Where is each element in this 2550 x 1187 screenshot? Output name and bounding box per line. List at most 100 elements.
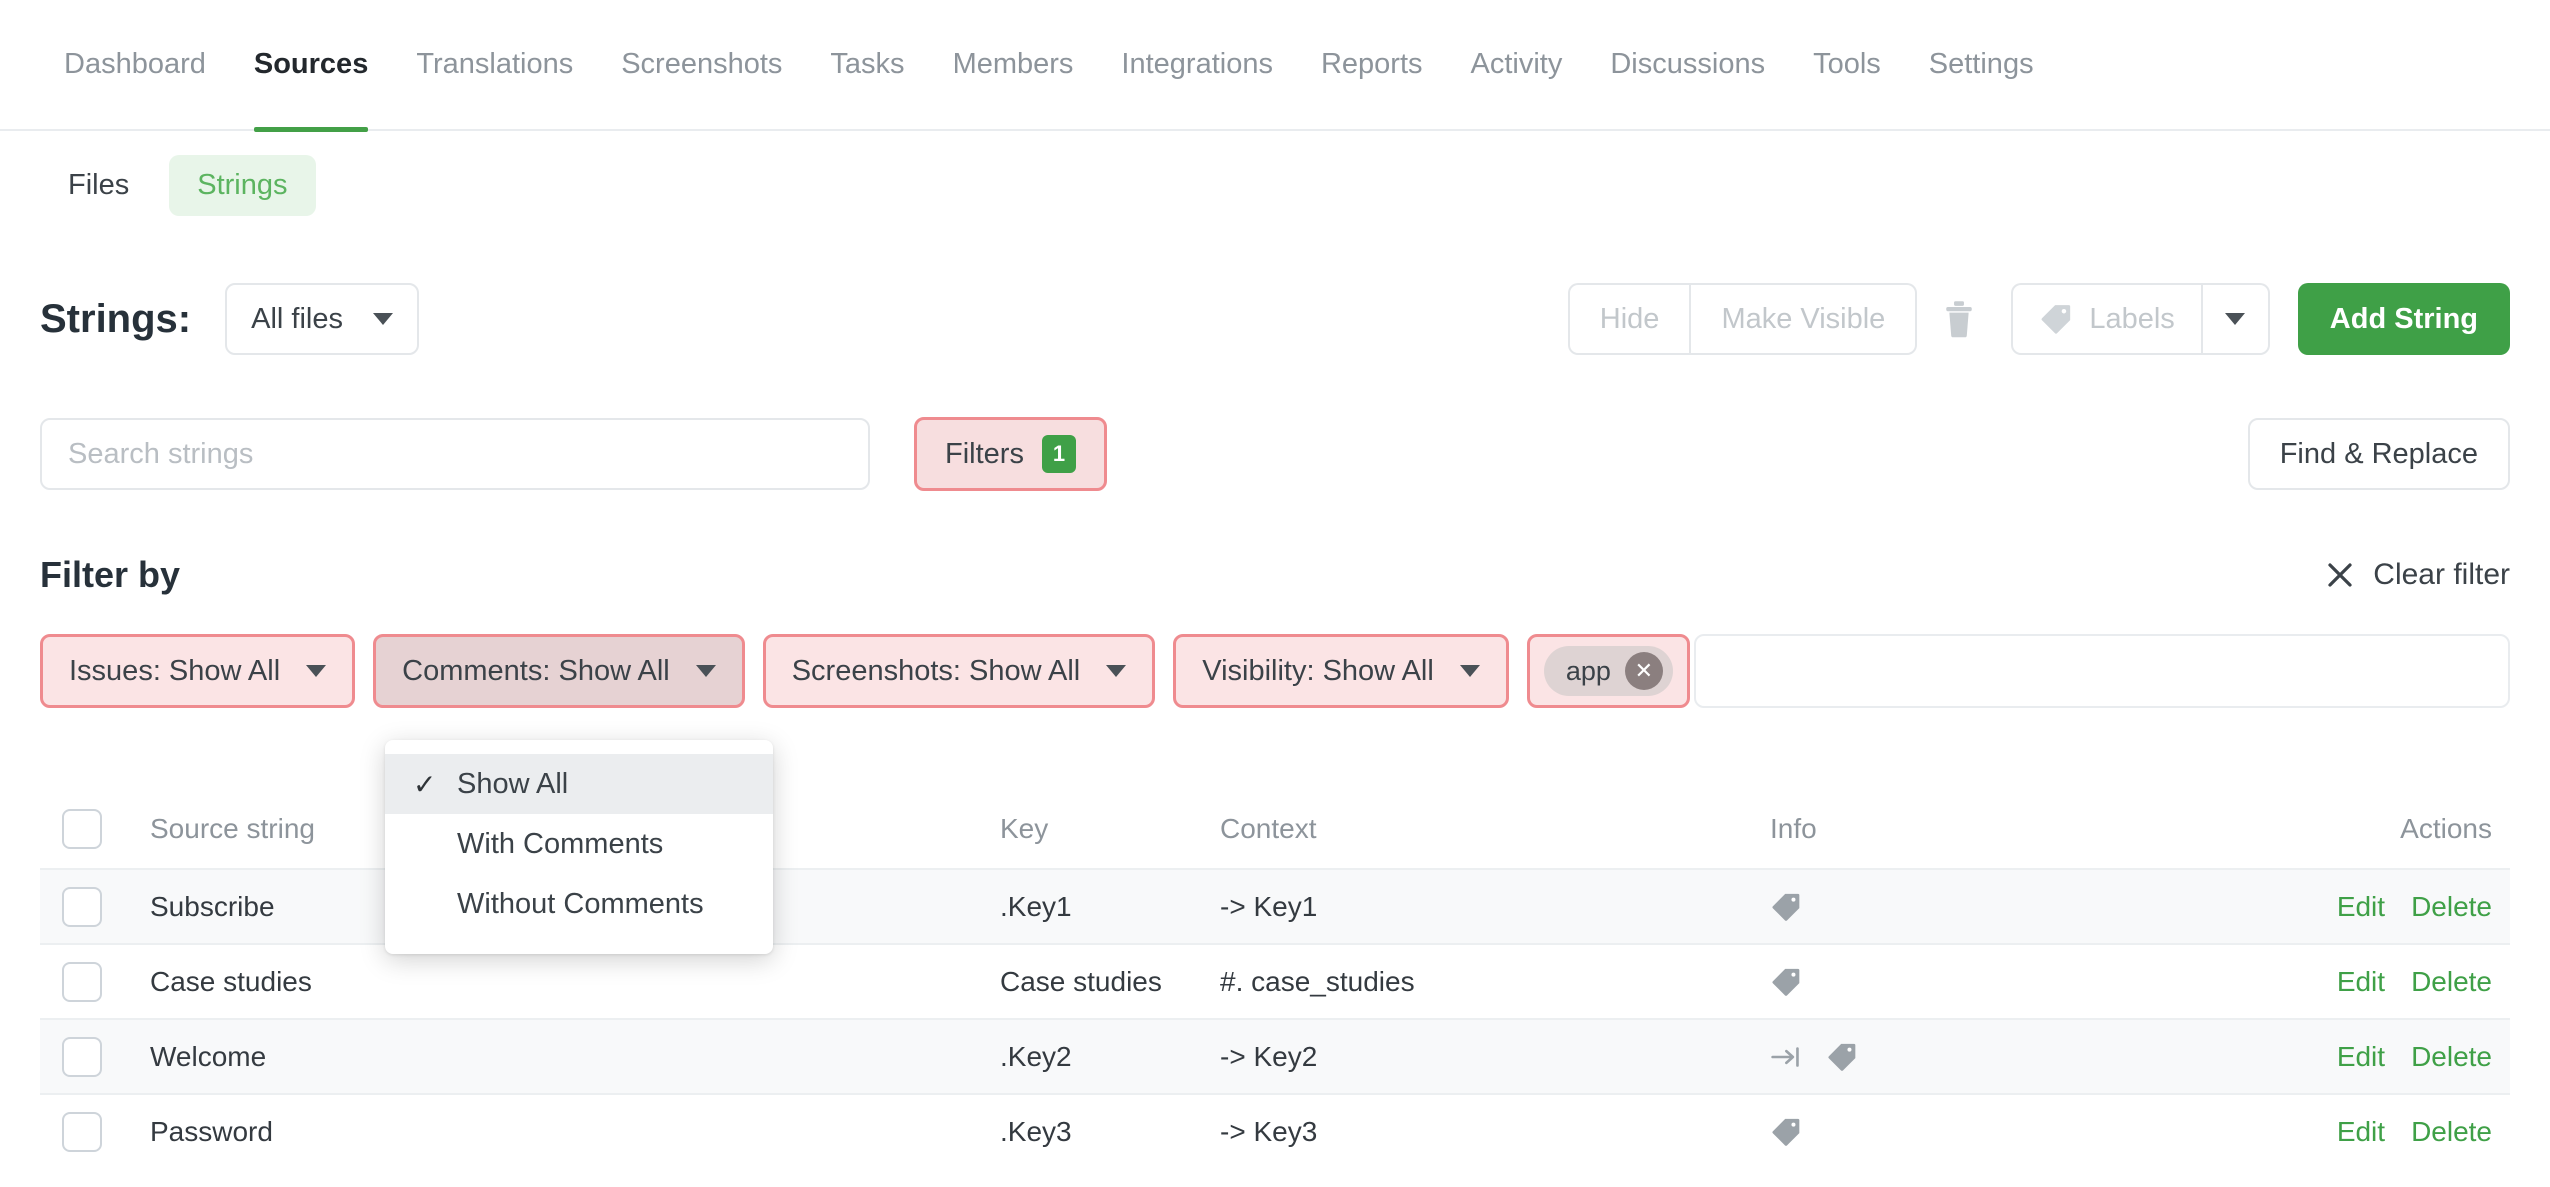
- column-header-actions: Actions: [2130, 813, 2510, 845]
- nav-item-discussions[interactable]: Discussions: [1586, 0, 1789, 130]
- tag-icon: [1770, 966, 1802, 998]
- check-icon: ✓: [413, 768, 443, 801]
- table-row[interactable]: Password .Key3 -> Key3 Edit Delete: [40, 1093, 2510, 1168]
- tag-icon: [1770, 891, 1802, 923]
- dropdown-item-without-comments-label: Without Comments: [457, 888, 704, 921]
- row-context: -> Key2: [1220, 1041, 1770, 1073]
- row-key: Case studies: [1000, 966, 1220, 998]
- filter-chip-comments[interactable]: Comments: Show All: [373, 634, 745, 708]
- chevron-down-icon: [696, 665, 716, 677]
- find-replace-button[interactable]: Find & Replace: [2248, 418, 2510, 490]
- chevron-down-icon: [2225, 313, 2245, 325]
- file-filter-dropdown[interactable]: All files: [225, 283, 419, 355]
- row-checkbox[interactable]: [62, 1112, 102, 1152]
- row-actions: Edit Delete: [2130, 891, 2510, 923]
- filter-chip-visibility-label: Visibility: Show All: [1202, 655, 1434, 688]
- clear-filter-label: Clear filter: [2373, 558, 2510, 592]
- search-input[interactable]: [40, 418, 870, 490]
- filter-chip-comments-label: Comments: Show All: [402, 655, 670, 688]
- edit-link[interactable]: Edit: [2337, 1041, 2385, 1073]
- nav-item-sources[interactable]: Sources: [230, 0, 392, 130]
- chevron-down-icon: [1106, 665, 1126, 677]
- row-info: [1770, 1041, 2130, 1073]
- tab-strings[interactable]: Strings: [169, 155, 315, 216]
- table-row[interactable]: Case studies Case studies #. case_studie…: [40, 943, 2510, 1018]
- dropdown-item-with-comments-label: With Comments: [457, 828, 663, 861]
- tag-pill-label: app: [1566, 656, 1611, 687]
- delete-link[interactable]: Delete: [2411, 1041, 2492, 1073]
- row-checkbox[interactable]: [62, 1037, 102, 1077]
- row-select-cell: [40, 887, 140, 927]
- column-header-key[interactable]: Key: [1000, 813, 1220, 845]
- row-source-string: Welcome: [140, 1041, 1000, 1073]
- visibility-button-group: Hide Make Visible: [1568, 283, 1918, 355]
- labels-dropdown-toggle[interactable]: [2202, 283, 2270, 355]
- nav-item-tools[interactable]: Tools: [1789, 0, 1905, 130]
- delete-link[interactable]: Delete: [2411, 1116, 2492, 1148]
- column-header-context[interactable]: Context: [1220, 813, 1770, 845]
- nav-item-settings[interactable]: Settings: [1905, 0, 2058, 130]
- edit-link[interactable]: Edit: [2337, 966, 2385, 998]
- page-title: Strings:: [40, 297, 191, 342]
- chevron-down-icon: [373, 313, 393, 325]
- max-length-icon: [1770, 1041, 1804, 1073]
- labels-button-label: Labels: [2089, 303, 2174, 336]
- row-source-string: Case studies: [140, 966, 1000, 998]
- labels-button[interactable]: Labels: [2011, 283, 2201, 355]
- row-checkbox[interactable]: [62, 887, 102, 927]
- filter-chip-label-tag[interactable]: app ✕: [1527, 634, 1690, 708]
- tab-files[interactable]: Files: [40, 155, 157, 216]
- nav-item-integrations[interactable]: Integrations: [1097, 0, 1297, 130]
- nav-item-screenshots[interactable]: Screenshots: [597, 0, 806, 130]
- tag-icon: [1770, 1116, 1802, 1148]
- row-context: -> Key1: [1220, 891, 1770, 923]
- dropdown-item-show-all[interactable]: ✓ Show All: [385, 754, 773, 814]
- row-info: [1770, 1116, 2130, 1148]
- table-row[interactable]: Welcome .Key2 -> Key2 Edit Delete: [40, 1018, 2510, 1093]
- filter-chip-visibility[interactable]: Visibility: Show All: [1173, 634, 1509, 708]
- label-filter-input[interactable]: [1694, 634, 2510, 708]
- make-visible-button[interactable]: Make Visible: [1690, 283, 1917, 355]
- filters-button-label: Filters: [945, 438, 1024, 471]
- search-toolbar: Filters 1 Find & Replace: [40, 418, 2510, 490]
- dropdown-item-with-comments[interactable]: With Comments: [385, 814, 773, 874]
- filter-chips: Issues: Show All Comments: Show All Scre…: [40, 632, 2510, 710]
- nav-item-dashboard[interactable]: Dashboard: [40, 0, 230, 130]
- column-header-info: Info: [1770, 813, 2130, 845]
- tag-icon: [1826, 1041, 1858, 1073]
- row-key: .Key3: [1000, 1116, 1220, 1148]
- delete-button[interactable]: [1917, 283, 2001, 355]
- filter-chip-issues-label: Issues: Show All: [69, 655, 280, 688]
- nav-item-reports[interactable]: Reports: [1297, 0, 1447, 130]
- nav-item-members[interactable]: Members: [929, 0, 1098, 130]
- chevron-down-icon: [1460, 665, 1480, 677]
- tag-icon: [2039, 302, 2073, 336]
- add-string-button[interactable]: Add String: [2298, 283, 2510, 355]
- filters-button[interactable]: Filters 1: [914, 417, 1107, 491]
- filter-chip-screenshots-label: Screenshots: Show All: [792, 655, 1081, 688]
- edit-link[interactable]: Edit: [2337, 891, 2385, 923]
- row-checkbox[interactable]: [62, 962, 102, 1002]
- dropdown-item-without-comments[interactable]: Without Comments: [385, 874, 773, 934]
- nav-item-translations[interactable]: Translations: [392, 0, 597, 130]
- row-info: [1770, 891, 2130, 923]
- filter-chip-screenshots[interactable]: Screenshots: Show All: [763, 634, 1156, 708]
- edit-link[interactable]: Edit: [2337, 1116, 2385, 1148]
- delete-link[interactable]: Delete: [2411, 966, 2492, 998]
- clear-filter-button[interactable]: Clear filter: [2325, 558, 2510, 592]
- delete-link[interactable]: Delete: [2411, 891, 2492, 923]
- nav-item-activity[interactable]: Activity: [1447, 0, 1587, 130]
- nav-item-tasks[interactable]: Tasks: [806, 0, 928, 130]
- select-all-checkbox[interactable]: [62, 809, 102, 849]
- close-icon: [2325, 560, 2355, 590]
- filter-chip-issues[interactable]: Issues: Show All: [40, 634, 355, 708]
- row-source-string: Password: [140, 1116, 1000, 1148]
- close-circle-icon[interactable]: ✕: [1625, 652, 1663, 690]
- row-select-cell: [40, 1037, 140, 1077]
- row-actions: Edit Delete: [2130, 1041, 2510, 1073]
- row-actions: Edit Delete: [2130, 966, 2510, 998]
- row-context: #. case_studies: [1220, 966, 1770, 998]
- filter-by-header: Filter by Clear filter: [40, 545, 2510, 605]
- hide-button[interactable]: Hide: [1568, 283, 1691, 355]
- filter-by-title: Filter by: [40, 554, 180, 596]
